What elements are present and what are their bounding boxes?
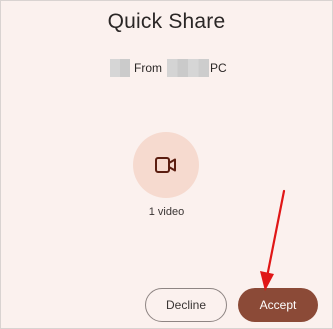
from-label: From [134,61,162,75]
sender-info: From PC [110,59,227,77]
dialog-title: Quick Share [107,10,226,33]
redacted-avatar [110,59,130,77]
video-camera-icon [155,157,176,173]
quick-share-dialog: Quick Share From PC 1 video Decline Acce… [0,0,333,329]
media-type-badge [133,132,199,198]
decline-button[interactable]: Decline [145,288,227,322]
annotation-arrow [260,189,286,291]
redacted-device-name [167,59,209,77]
device-suffix: PC [210,61,227,75]
